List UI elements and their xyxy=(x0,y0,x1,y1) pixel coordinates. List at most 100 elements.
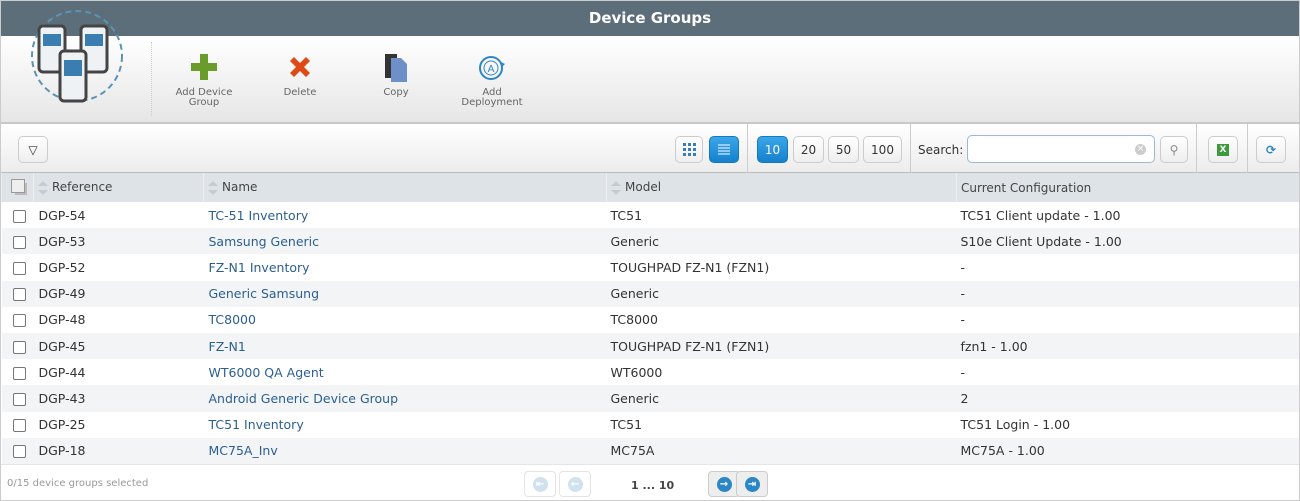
divider xyxy=(910,124,911,173)
divider xyxy=(1247,124,1248,173)
row-checkbox[interactable] xyxy=(12,288,26,302)
svg-text:A: A xyxy=(488,64,495,75)
export-excel-button[interactable]: X xyxy=(1208,136,1238,163)
reference-cell: DGP-54 xyxy=(38,207,86,223)
add-deployment-button[interactable]: A Add Deployment xyxy=(452,52,532,108)
group-name-link[interactable]: TC8000 xyxy=(209,312,256,327)
prev-page-button[interactable]: ← xyxy=(559,471,591,497)
table-row[interactable]: DGP-45 FZ-N1 TOUGHPAD FZ-N1 (FZN1) fzn1 … xyxy=(1,332,1299,360)
configuration-cell: - xyxy=(960,364,966,380)
search-input[interactable]: × xyxy=(967,135,1155,163)
copy-label: Copy xyxy=(383,87,409,98)
name-cell: TC-51 Inventory xyxy=(204,202,607,228)
name-cell: FZ-N1 xyxy=(203,332,607,360)
group-name-link[interactable]: FZ-N1 Inventory xyxy=(209,260,310,275)
table-row[interactable]: DGP-25 TC51 Inventory TC51 TC51 Login - … xyxy=(2,412,1300,438)
model-cell: TC8000 xyxy=(610,312,658,328)
column-name[interactable]: Name xyxy=(203,173,607,202)
table-row[interactable]: DGP-18 MC75A_Inv MC75A MC75A - 1.00 xyxy=(1,437,1299,464)
last-page-icon: ⇥ xyxy=(744,476,760,492)
filter-button[interactable]: ▽ xyxy=(18,136,48,163)
row-checkbox-cell xyxy=(2,307,34,333)
group-name-link[interactable]: Android Generic Device Group xyxy=(209,391,399,406)
delete-label: Delete xyxy=(283,87,317,98)
clear-search-icon[interactable]: × xyxy=(1135,144,1146,155)
page-size-10[interactable]: 10 xyxy=(757,136,788,163)
model-cell: TC51 xyxy=(610,417,643,433)
table-row[interactable]: DGP-44 WT6000 QA Agent WT6000 - xyxy=(2,359,1300,385)
grid-icon xyxy=(682,143,696,156)
name-cell: WT6000 QA Agent xyxy=(204,359,607,385)
row-checkbox[interactable] xyxy=(12,366,26,380)
copy-button[interactable]: Copy xyxy=(356,52,436,98)
name-cell: Generic Samsung xyxy=(203,280,607,307)
name-cell: TC8000 xyxy=(204,307,607,333)
deployment-icon: A xyxy=(479,56,505,80)
page-size-50[interactable]: 50 xyxy=(828,136,859,163)
name-cell: Android Generic Device Group xyxy=(203,385,607,412)
row-checkbox[interactable] xyxy=(12,314,26,328)
reference-cell: DGP-53 xyxy=(33,228,204,255)
group-name-link[interactable]: TC-51 Inventory xyxy=(209,208,309,223)
table-row[interactable]: DGP-43 Android Generic Device Group Gene… xyxy=(1,385,1299,412)
model-cell: Generic xyxy=(606,280,957,307)
last-page-button[interactable]: ⇥ xyxy=(736,471,768,497)
add-device-group-button[interactable]: Add Device Group xyxy=(164,52,244,108)
refresh-button[interactable]: ⟳ xyxy=(1256,136,1286,163)
search-button[interactable]: ⚲ xyxy=(1160,136,1188,163)
configuration-cell: S10e Client Update - 1.00 xyxy=(956,228,1299,255)
table-header: Reference Name Model Current Configurati… xyxy=(1,173,1299,202)
select-all[interactable] xyxy=(1,173,34,202)
row-checkbox[interactable] xyxy=(12,419,26,433)
table-row[interactable]: DGP-52 FZ-N1 Inventory TOUGHPAD FZ-N1 (F… xyxy=(2,254,1300,280)
reference-cell: DGP-49 xyxy=(33,280,204,307)
group-name-link[interactable]: Generic Samsung xyxy=(209,286,320,301)
select-all-icon[interactable] xyxy=(11,179,25,193)
row-checkbox[interactable] xyxy=(12,235,26,249)
add-device-group-label: Add Device Group xyxy=(175,87,233,108)
column-reference[interactable]: Reference xyxy=(33,173,204,202)
sort-icon xyxy=(38,180,48,195)
group-name-link[interactable]: MC75A_Inv xyxy=(209,443,278,458)
sort-icon xyxy=(208,180,218,195)
table-row[interactable]: DGP-54 TC-51 Inventory TC51 TC51 Client … xyxy=(2,202,1300,228)
group-name-link[interactable]: WT6000 QA Agent xyxy=(209,365,324,380)
toolbar-divider xyxy=(151,42,152,116)
row-checkbox[interactable] xyxy=(12,261,26,275)
first-page-button[interactable]: ⇤ xyxy=(524,471,556,497)
grid-view-button[interactable] xyxy=(675,136,703,163)
column-model[interactable]: Model xyxy=(606,173,957,202)
list-icon xyxy=(718,144,730,154)
filter-icon: ▽ xyxy=(28,142,38,157)
model-cell: Generic xyxy=(606,228,957,255)
reference-cell: DGP-48 xyxy=(38,312,86,328)
row-checkbox[interactable] xyxy=(12,340,26,354)
group-name-link[interactable]: Samsung Generic xyxy=(209,234,320,249)
table-row[interactable]: DGP-48 TC8000 TC8000 - xyxy=(2,307,1300,333)
reference-cell: DGP-25 xyxy=(38,417,86,433)
page-size-100[interactable]: 100 xyxy=(863,136,902,163)
configuration-cell: MC75A - 1.00 xyxy=(956,437,1299,464)
row-checkbox-cell xyxy=(2,254,34,280)
refresh-icon: ⟳ xyxy=(1265,142,1277,157)
row-checkbox-cell xyxy=(1,280,34,307)
row-checkbox[interactable] xyxy=(12,209,26,223)
row-checkbox[interactable] xyxy=(12,445,26,459)
group-name-link[interactable]: FZ-N1 xyxy=(209,339,246,354)
group-name-link[interactable]: TC51 Inventory xyxy=(209,417,304,432)
column-current-configuration: Current Configuration xyxy=(956,173,1299,202)
configuration-cell: - xyxy=(960,312,966,328)
filter-bar: ▽ 10 20 50 100 Search: × ⚲ X ⟳ xyxy=(1,124,1299,173)
configuration-cell: TC51 Login - 1.00 xyxy=(960,417,1071,433)
table-row[interactable]: DGP-53 Samsung Generic Generic S10e Clie… xyxy=(1,228,1299,255)
delete-x-icon xyxy=(290,57,310,77)
table-row[interactable]: DGP-49 Generic Samsung Generic - xyxy=(1,280,1299,307)
reference-cell: DGP-44 xyxy=(38,364,86,380)
plus-icon xyxy=(191,54,217,80)
model-cell: TOUGHPAD FZ-N1 (FZN1) xyxy=(606,332,957,360)
page-size-20[interactable]: 20 xyxy=(793,136,824,163)
row-checkbox[interactable] xyxy=(12,392,26,406)
list-view-button[interactable] xyxy=(709,136,739,163)
row-checkbox-cell xyxy=(2,412,34,438)
delete-button[interactable]: Delete xyxy=(260,52,340,98)
